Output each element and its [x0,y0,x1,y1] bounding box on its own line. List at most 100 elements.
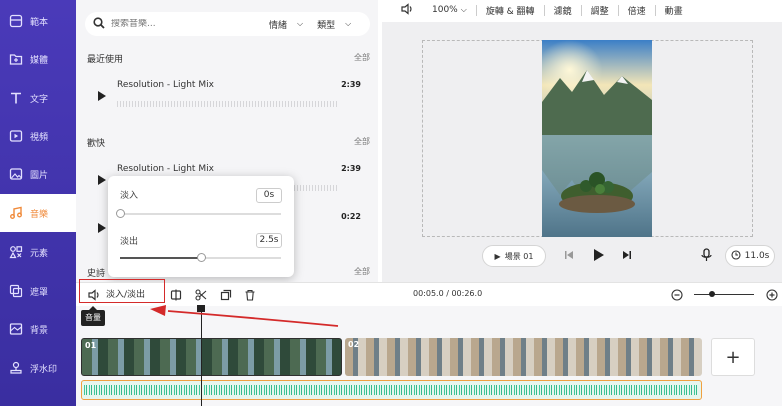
playhead-handle[interactable] [197,305,205,312]
chevron-down-icon: ⌵ [460,5,467,14]
chevron-down-icon: ⌵ [297,19,304,28]
clock-icon [731,249,741,263]
track-name: Resolution - Light Mix [117,80,214,90]
animation-button[interactable]: 動畫 [656,4,692,17]
rotate-flip-button[interactable]: 旋轉 & 翻轉 [477,4,544,17]
adjust-button[interactable]: 調整 [582,4,618,17]
watermark-icon [8,360,24,376]
section-title: 歡快 [87,139,106,149]
fade-in-label: 淡入 [120,191,139,201]
scene-label: 場景 01 [504,251,534,261]
sidebar-item-media[interactable]: 媒體 [0,40,76,78]
section-title: 最近使用 [87,55,124,65]
fade-out-label: 淡出 [120,237,139,247]
genre-filter-select[interactable]: 類型 ⌵ [317,18,351,31]
section-see-all-link[interactable]: 全部 [354,52,370,63]
background-icon [8,321,24,337]
annotation-highlight-box [79,279,165,303]
sidebar-item-text[interactable]: 文字 [0,79,76,117]
left-sidebar: 範本 媒體 文字 視頻 圖片 音樂 元素 遮罩 背景 浮水印 [0,0,76,406]
text-icon [8,90,24,106]
fade-in-slider[interactable] [116,209,281,218]
fade-out-slider-fill [120,257,201,259]
volume-tooltip: 音量 [81,306,105,326]
editor-toolbar: 100% ⌵ 旋轉 & 翻轉 濾鏡 調整 倍速 動畫 [392,0,782,20]
duration-display[interactable]: 11.0s [725,245,775,267]
music-track-row[interactable]: Resolution - Light Mix 2:39 [76,76,378,116]
fade-out-slider[interactable] [120,253,281,262]
add-clip-button[interactable]: + [711,338,755,376]
track-name: Resolution - Light Mix [117,164,214,174]
section-see-all-link[interactable]: 全部 [354,266,370,277]
sidebar-item-label: 範本 [30,17,49,28]
preview-stage: ▶ 場景 01 11.0s [382,22,782,282]
zoom-select[interactable]: 100% ⌵ [423,5,476,15]
audio-waveform [84,385,699,395]
microphone-icon[interactable] [701,248,712,265]
volume-button[interactable] [392,2,423,18]
sidebar-item-image[interactable]: 圖片 [0,155,76,193]
zoom-out-icon[interactable] [671,287,683,303]
skip-back-icon[interactable] [564,250,574,263]
play-icon[interactable] [98,91,106,101]
zoom-value: 100% [432,5,458,15]
play-small-icon: ▶ [494,251,501,261]
play-icon[interactable] [593,248,605,265]
sidebar-item-background[interactable]: 背景 [0,310,76,348]
elements-icon [8,244,24,260]
sidebar-item-template[interactable]: 範本 [0,2,76,40]
zoom-in-icon[interactable] [766,287,778,303]
duplicate-icon[interactable] [220,287,232,303]
track-duration: 0:22 [341,212,361,221]
fade-in-slider-handle[interactable] [116,209,125,218]
current-time: 00:05.0 [413,289,444,298]
sidebar-item-label: 遮罩 [30,287,49,298]
sidebar-item-label: 元素 [30,248,49,259]
sidebar-item-elements[interactable]: 元素 [0,233,76,271]
volume-icon [401,2,414,18]
overlay-icon [8,283,24,299]
player-controls: ▶ 場景 01 11.0s [382,244,782,274]
search-input[interactable] [111,19,261,29]
playhead[interactable] [201,306,202,406]
section-see-all-link[interactable]: 全部 [354,136,370,147]
play-icon[interactable] [98,175,106,185]
trash-icon[interactable] [244,287,256,303]
duration-value: 11.0s [744,251,770,261]
track-duration: 2:39 [341,80,361,89]
video-clip[interactable]: 02 [345,338,702,376]
mood-filter-select[interactable]: 情緒 ⌵ [269,18,303,31]
sidebar-item-label: 背景 [30,325,49,336]
timeline-toolbar: 淡入/淡出 00:05.0 / 00:26.0 [76,282,782,306]
split-icon[interactable] [170,287,182,303]
media-icon [8,51,24,67]
genre-filter-label: 類型 [317,20,336,31]
video-icon [8,128,24,144]
fade-settings-popup: 淡入 0s 淡出 2.5s [108,176,294,277]
sidebar-item-watermark[interactable]: 浮水印 [0,349,76,387]
music-icon [8,205,24,221]
timeline-zoom-slider[interactable] [694,294,754,295]
sidebar-item-overlay[interactable]: 遮罩 [0,272,76,310]
speed-button[interactable]: 倍速 [619,4,655,17]
video-preview[interactable] [542,40,652,237]
fade-in-value[interactable]: 0s [256,188,282,203]
filter-button[interactable]: 濾鏡 [545,4,581,17]
scene-select-button[interactable]: ▶ 場景 01 [482,245,546,267]
play-icon[interactable] [98,223,106,233]
skip-forward-icon[interactable] [622,250,632,263]
sidebar-item-label: 音樂 [30,209,49,220]
chevron-down-icon: ⌵ [345,19,352,28]
fade-out-value[interactable]: 2.5s [256,233,282,248]
section-title: 史詩 [87,269,106,279]
sidebar-item-label: 媒體 [30,55,49,66]
audio-track[interactable] [81,380,702,400]
sidebar-item-music[interactable]: 音樂 [0,194,76,232]
scissors-icon[interactable] [195,287,207,303]
video-clip[interactable]: 01 [81,338,342,376]
timeline-zoom-handle[interactable] [709,291,715,297]
fade-out-slider-handle[interactable] [196,253,206,262]
clip-index: 01 [85,341,97,350]
total-time: 00:26.0 [451,289,483,298]
sidebar-item-video[interactable]: 視頻 [0,117,76,155]
